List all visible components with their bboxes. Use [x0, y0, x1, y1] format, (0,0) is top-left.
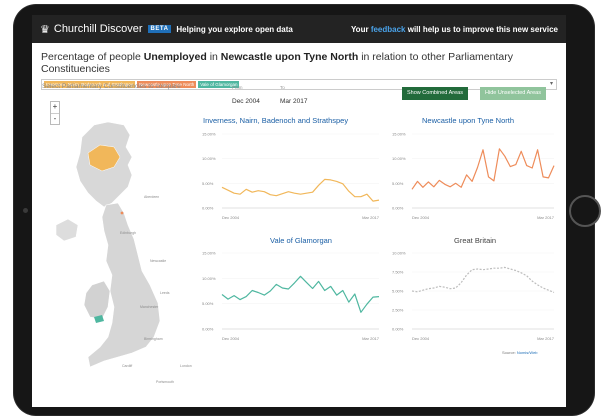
y-tick-label: 5.00% [202, 181, 214, 186]
feedback-notice: Your feedback will help us to improve th… [350, 24, 558, 34]
chart-vale[interactable]: 15.00% 10.00% 5.00% 0.00% Dec 2004 Mar 2017 [202, 249, 387, 342]
highlight-newcastle [120, 211, 124, 215]
y-tick-label: 15.00% [202, 251, 216, 256]
y-tick-label: 2.50% [392, 308, 404, 313]
chart-title-vale: Vale of Glamorgan [270, 236, 332, 245]
hide-unselected-areas-button[interactable]: Hide Unselected Areas [480, 87, 546, 100]
series-line [411, 266, 555, 294]
y-tick-label: 0.00% [392, 206, 404, 211]
chart-title-gb: Great Britain [454, 236, 497, 245]
x-tick-label: Mar 2017 [537, 215, 555, 220]
y-tick-label: 0.00% [392, 327, 404, 332]
x-tick-label: Mar 2017 [362, 336, 380, 341]
x-tick-label: Dec 2004 [412, 215, 430, 220]
camera-icon [23, 208, 28, 213]
home-button[interactable] [569, 195, 601, 227]
town-label: London [180, 364, 192, 368]
ni-shape [55, 218, 79, 242]
chart-newcastle[interactable]: 15.00% 10.00% 5.00% 0.00% Dec 2004 Mar 2017 [392, 130, 562, 221]
wales-shape [83, 280, 111, 320]
y-tick-label: 0.00% [202, 327, 214, 332]
source-note: Source: Nomis/Web [502, 350, 538, 355]
show-combined-areas-button[interactable]: Show Combined Areas [402, 87, 468, 100]
y-tick-label: 5.00% [392, 181, 404, 186]
y-tick-label: 7.50% [392, 270, 404, 275]
chart-inverness[interactable]: 15.00% 10.00% 5.00% 0.00% Dec 2004 Mar 2017 [202, 130, 387, 221]
top-bar: ♛ Churchill Discover BETA Helping you ex… [32, 15, 566, 43]
zoom-in-button[interactable]: + [51, 102, 59, 113]
crown-icon: ♛ [40, 23, 50, 36]
chart-gb[interactable]: 10.00% 7.50% 5.00% 2.50% 0.00% Dec 2004 Mar 20… [392, 249, 562, 342]
chart-title-inverness: Inverness, Nairn, Badenoch and Strathspe… [203, 116, 349, 125]
y-tick-label: 15.00% [202, 132, 216, 137]
y-tick-label: 5.00% [392, 289, 404, 294]
y-tick-label: 15.00% [392, 132, 406, 137]
tagline: Helping you explore open data [176, 24, 293, 34]
town-label: Leeds [160, 291, 170, 295]
x-tick-label: Mar 2017 [537, 336, 555, 341]
town-label: Aberdeen [144, 195, 160, 199]
town-label: Birmingham [144, 337, 163, 341]
x-tick-label: Mar 2017 [362, 215, 380, 220]
x-tick-label: Dec 2004 [412, 336, 430, 341]
page-title: Percentage of people Unemployed in Newca… [41, 51, 513, 75]
brand-name[interactable]: Churchill Discover [54, 23, 143, 35]
town-label: Newcastle [150, 259, 167, 263]
x-tick-label: Dec 2004 [222, 336, 240, 341]
from-date[interactable]: From Dec 2004 [232, 85, 260, 108]
map-hint: Select Parliamentary Constituencies to c… [42, 83, 181, 90]
feedback-link[interactable]: feedback [371, 25, 406, 34]
series-line [221, 275, 380, 313]
series-line [221, 178, 380, 202]
y-tick-label: 10.00% [392, 251, 406, 256]
town-label: Edinburgh [120, 231, 136, 235]
chart-title-newcastle: Newcastle upon Tyne North [422, 116, 514, 125]
y-tick-label: 10.00% [202, 156, 216, 161]
x-tick-label: Dec 2004 [222, 215, 240, 220]
beta-badge: BETA [147, 25, 172, 33]
y-tick-label: 10.00% [392, 156, 406, 161]
source-link[interactable]: Nomis/Web [517, 350, 538, 355]
town-label: Cardiff [122, 364, 133, 368]
town-label: Manchester [140, 305, 159, 309]
zoom-out-button[interactable]: - [51, 113, 59, 124]
y-tick-label: 10.00% [202, 276, 216, 281]
chevron-down-icon[interactable]: ▾ [550, 80, 553, 87]
app-screen: ♛ Churchill Discover BETA Helping you ex… [32, 15, 566, 407]
y-tick-label: 0.00% [202, 206, 214, 211]
to-date[interactable]: To Mar 2017 [280, 85, 307, 108]
zoom-control: + - [50, 101, 60, 125]
town-label: Portsmouth [156, 380, 174, 384]
uk-map[interactable] [42, 95, 192, 400]
y-tick-label: 5.00% [202, 301, 214, 306]
